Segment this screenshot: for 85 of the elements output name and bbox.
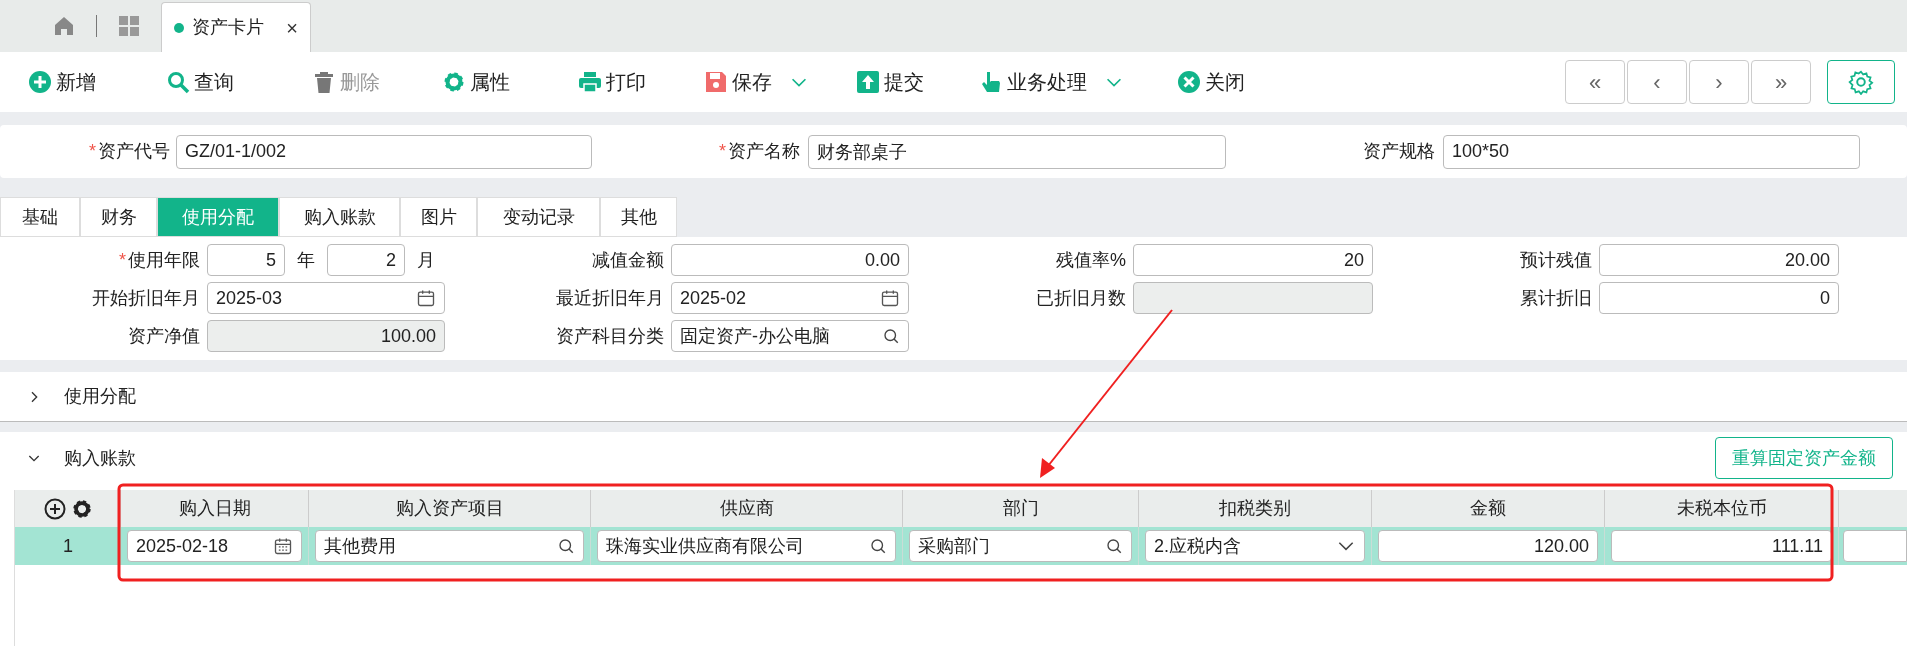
settings-button[interactable] [1827, 60, 1895, 104]
date-field[interactable]: 2025-02-18 [127, 530, 302, 562]
field-label: *资产代号 [88, 140, 170, 163]
lookup-field[interactable]: 采购部门 [909, 530, 1132, 562]
settings-icon [70, 497, 93, 520]
number-field[interactable]: 20.00 [1599, 244, 1839, 276]
settings-icon [442, 70, 466, 94]
tab-label: 资产卡片 [192, 16, 264, 39]
toolbar-button[interactable]: 查询 [166, 62, 234, 102]
toolbar-button[interactable]: 提交 [856, 62, 924, 102]
search-icon [557, 537, 575, 555]
calendar-icon [416, 288, 436, 308]
search-icon [166, 70, 190, 94]
row-number: 1 [62, 534, 74, 558]
pager-button[interactable]: » [1751, 60, 1811, 104]
date-field[interactable]: 2025-02 [671, 282, 909, 314]
toolbar-button[interactable]: 保存 [704, 62, 810, 102]
upload-icon [856, 70, 880, 94]
readonly-field[interactable] [1133, 282, 1373, 314]
field-label: 已折旧月数 [1035, 286, 1126, 310]
plus-icon [28, 70, 52, 94]
text-field[interactable]: 财务部桌子 [808, 134, 1226, 169]
search-icon [1105, 537, 1123, 555]
field-label: *使用年限 [118, 248, 200, 272]
number-field[interactable]: 2 [327, 244, 405, 276]
field-label: 累计折旧 [1519, 286, 1592, 310]
tab[interactable]: 其他 [600, 197, 677, 237]
toolbar-button[interactable]: 新增 [28, 62, 96, 102]
lookup-field[interactable]: 其他费用 [315, 530, 584, 562]
tab[interactable]: 图片 [400, 197, 477, 237]
grid-icon [117, 14, 141, 38]
field-label: 资产净值 [127, 324, 200, 348]
field-label: 预计残值 [1519, 248, 1592, 272]
toolbar-button[interactable]: 打印 [578, 62, 646, 102]
field-label: 减值金额 [591, 248, 664, 272]
hand-pointer-icon [979, 70, 1003, 94]
tab[interactable]: 基础 [0, 197, 80, 237]
plus-icon [42, 496, 67, 521]
section-header[interactable]: 购入账款 [26, 444, 136, 472]
field-label: 资产规格 [1362, 140, 1435, 163]
tab[interactable]: 财务 [80, 197, 157, 237]
number-field[interactable]: 20 [1133, 244, 1373, 276]
search-icon [869, 537, 887, 555]
field-label: 开始折旧年月 [91, 286, 200, 310]
table-row[interactable]: 1 2025-02-18 其他费用 珠海实业供应商有限公司 采购部门 2.应税内含 120.00 111.11 [15, 527, 1907, 565]
tab[interactable]: 购入账款 [279, 197, 400, 237]
section-header[interactable]: 使用分配 [26, 383, 136, 410]
settings-icon [1848, 69, 1874, 95]
number-field[interactable]: 0.00 [671, 244, 909, 276]
toolbar-button[interactable]: 业务处理 [979, 62, 1125, 102]
lookup-field[interactable]: 固定资产-办公电脑 [671, 320, 909, 352]
unit-label: 年 [297, 248, 315, 272]
text-field[interactable]: 100*50 [1443, 134, 1860, 169]
number-field[interactable]: 0 [1599, 282, 1839, 314]
field-label: 资产科目分类 [555, 324, 664, 348]
field-label: 最近折旧年月 [555, 286, 664, 310]
add-row-button[interactable] [42, 496, 67, 521]
column-settings-button[interactable] [70, 497, 93, 520]
trash-icon [312, 70, 336, 94]
tab[interactable]: 变动记录 [477, 197, 600, 237]
printer-icon [578, 70, 602, 94]
unit-label: 月 [417, 248, 435, 272]
pager-button[interactable]: › [1689, 60, 1749, 104]
close-tab-button[interactable]: × [286, 12, 298, 43]
number-field[interactable]: 5 [207, 244, 285, 276]
home-icon [52, 14, 76, 38]
readonly-field[interactable]: 100.00 [207, 320, 445, 352]
pager-button[interactable]: ‹ [1627, 60, 1687, 104]
lookup-field[interactable]: 珠海实业供应商有限公司 [597, 530, 896, 562]
search-icon [882, 327, 900, 345]
field-label: 残值率% [1055, 248, 1126, 272]
toolbar-button[interactable]: 关闭 [1177, 62, 1245, 102]
field-label: *资产名称 [718, 140, 800, 163]
calendar-icon [880, 288, 900, 308]
toolbar-button[interactable]: 属性 [442, 62, 510, 102]
close-icon [1177, 70, 1201, 94]
text-field[interactable] [1843, 530, 1907, 562]
page-tab[interactable]: 资产卡片 × [161, 2, 311, 52]
pager-button[interactable]: « [1565, 60, 1625, 104]
number-field[interactable]: 111.11 [1611, 530, 1832, 562]
calendar-icon [273, 536, 293, 556]
number-field[interactable]: 120.00 [1378, 530, 1598, 562]
date-field[interactable]: 2025-03 [207, 282, 445, 314]
text-field[interactable]: GZ/01-1/002 [176, 134, 592, 169]
dropdown-field[interactable]: 2.应税内含 [1145, 530, 1365, 562]
